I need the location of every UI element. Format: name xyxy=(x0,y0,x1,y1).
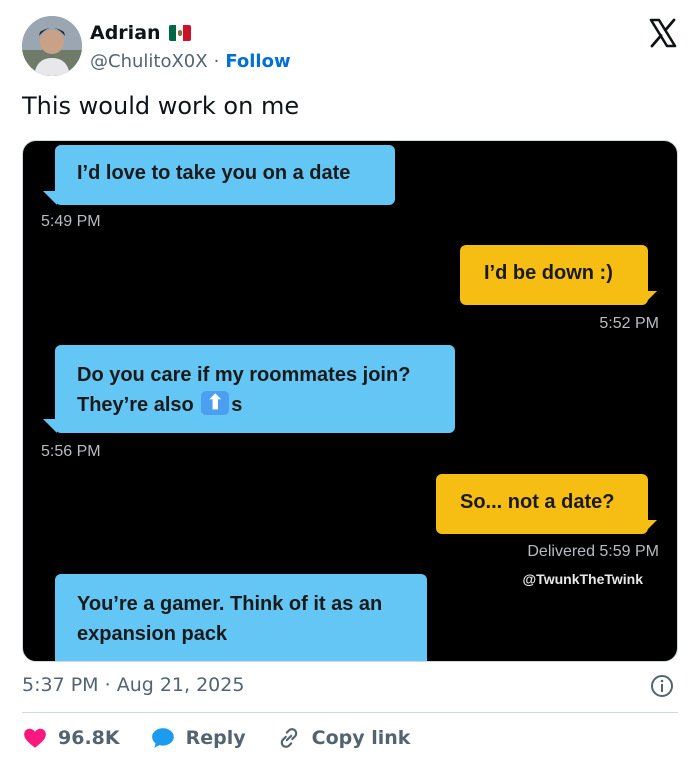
watermark-credit: @TwunkTheTwink xyxy=(522,571,643,587)
copy-link-button[interactable]: Copy link xyxy=(276,725,411,751)
message-timestamp: 5:49 PM xyxy=(41,213,101,230)
follow-button[interactable]: Follow xyxy=(225,51,290,72)
tweet-media-image[interactable]: I’d love to take you on a date 5:49 PM I… xyxy=(22,140,678,662)
message-text: I’d be down :) xyxy=(484,262,613,284)
like-button[interactable]: 96.8K xyxy=(22,725,120,751)
message-timestamp: Delivered 5:59 PM xyxy=(527,543,659,560)
tweet-time: 5:37 PM xyxy=(22,674,99,696)
avatar[interactable] xyxy=(22,16,82,76)
user-handle[interactable]: @ChulitoX0X xyxy=(90,51,208,72)
tweet-timestamp[interactable]: 5:37 PM · Aug 21, 2025 xyxy=(22,674,244,696)
bubble-tail xyxy=(643,291,657,305)
tweet-text: This would work on me xyxy=(22,92,300,120)
copy-link-label: Copy link xyxy=(311,727,411,749)
message-bubble-incoming: You’re a gamer. Think of it as an expans… xyxy=(55,574,427,661)
x-logo-icon[interactable] xyxy=(648,18,678,48)
message-text-line: You’re a gamer. Think of it as an xyxy=(77,593,383,615)
message-text-line: Do you care if my roommates join? xyxy=(77,364,411,386)
message-timestamp: 5:56 PM xyxy=(41,443,101,460)
separator-dot: · xyxy=(213,50,220,72)
tweet-header: Adrian @ChulitoX0X · Follow xyxy=(22,16,682,78)
tweet-date: Aug 21, 2025 xyxy=(116,674,245,696)
bubble-tail xyxy=(643,520,657,534)
up-arrow-emoji-icon xyxy=(201,388,230,418)
message-bubble-outgoing: So... not a date? xyxy=(436,474,648,534)
tweet-actions: 96.8K Reply Copy link xyxy=(22,722,440,754)
link-icon xyxy=(280,728,297,748)
reply-button[interactable]: Reply xyxy=(150,725,246,751)
bubble-tail xyxy=(43,419,57,433)
message-bubble-incoming: I’d love to take you on a date xyxy=(55,145,395,205)
message-text-line: They’re also s xyxy=(77,388,433,420)
message-text: I’d love to take you on a date xyxy=(77,162,351,184)
message-timestamp: 5:52 PM xyxy=(599,315,659,332)
mexico-flag-icon xyxy=(168,25,191,41)
message-text: So... not a date? xyxy=(460,491,615,513)
separator-dot: · xyxy=(104,674,111,696)
reply-label: Reply xyxy=(185,727,246,749)
message-text-line: expansion pack xyxy=(77,623,228,645)
reply-bubble-icon xyxy=(151,728,174,748)
message-bubble-incoming: Do you care if my roommates join? They’r… xyxy=(55,345,455,433)
display-name[interactable]: Adrian xyxy=(90,22,161,44)
message-bubble-outgoing: I’d be down :) xyxy=(460,245,648,305)
user-info: Adrian @ChulitoX0X · Follow xyxy=(90,20,291,74)
divider xyxy=(22,712,678,713)
info-icon[interactable] xyxy=(650,674,674,698)
bubble-tail xyxy=(43,191,57,205)
heart-icon xyxy=(24,728,46,748)
like-count: 96.8K xyxy=(58,727,120,749)
